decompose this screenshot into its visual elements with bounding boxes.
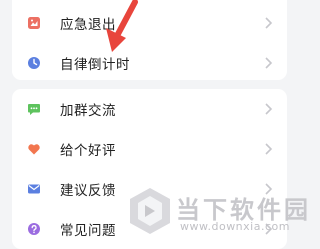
watermark-logo-icon [130,188,170,234]
annotation-arrow-icon [106,0,138,52]
menu-item-join-group[interactable]: 加群交流 [12,89,287,129]
chevron-right-icon [265,143,273,155]
menu-item-label: 加群交流 [60,103,116,119]
menu-item-rate[interactable]: 给个好评 [12,129,287,169]
menu-item-label: 自律倒计时 [60,57,130,73]
emergency-exit-icon [27,16,41,30]
mail-icon [27,182,41,196]
heart-icon [27,142,41,156]
menu-item-countdown[interactable]: 自律倒计时 [12,43,287,80]
settings-group-1: 应急退出 自律倒计时 [12,0,287,80]
chevron-right-icon [265,103,273,115]
menu-item-label: 给个好评 [60,143,116,159]
question-icon [27,222,41,236]
chevron-right-icon [265,17,273,29]
clock-icon [27,56,41,70]
menu-item-emergency-exit[interactable]: 应急退出 [12,3,287,43]
watermark: 当下软件园 www.downxia.com [128,180,308,247]
chat-bubble-icon [27,102,41,116]
chevron-right-icon [265,57,273,69]
watermark-url: www.downxia.com [180,220,290,233]
menu-item-label: 建议反馈 [60,183,116,199]
menu-item-label: 常见问题 [60,223,116,239]
